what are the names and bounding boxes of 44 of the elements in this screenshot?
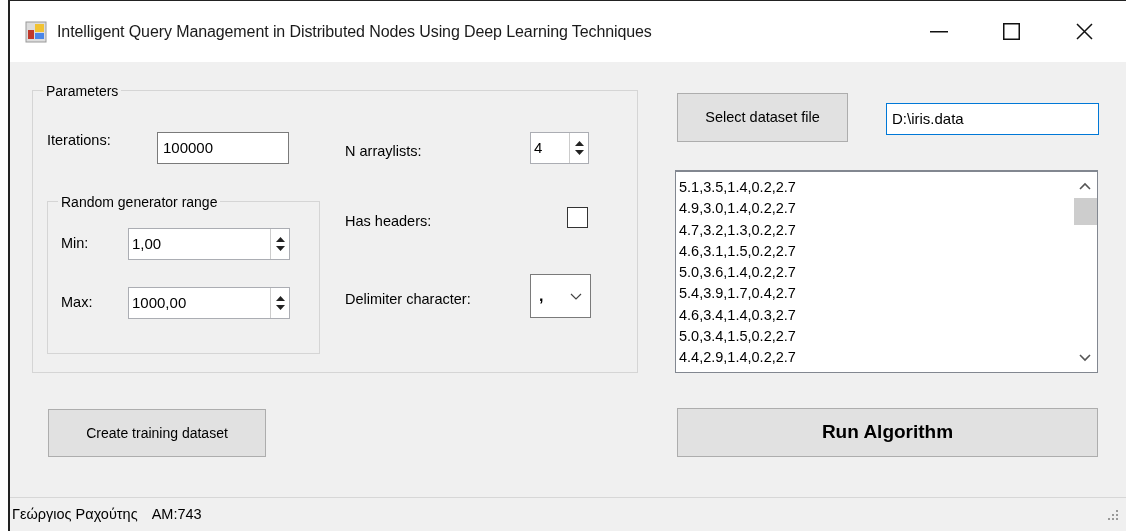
up-arrow-icon[interactable] xyxy=(275,237,285,242)
chevron-down-icon xyxy=(570,292,582,300)
list-row[interactable]: 5.1,3.5,1.4,0.2,2.7 xyxy=(679,177,796,199)
resize-grip-icon[interactable] xyxy=(1108,509,1118,520)
delimiter-label: Delimiter character: xyxy=(345,290,472,310)
up-arrow-icon[interactable] xyxy=(275,296,285,301)
headers-checkbox[interactable] xyxy=(567,206,588,228)
data-listbox[interactable]: 5.1,3.5,1.4,0.2,2.7 4.9,3.0,1.4,0.2,2.7 4.7,3.2,1.3,0.2,2.7 4.6,3.1,1.5,0.2,2.7 5.0,3.6,1.4,0.2,2.7 5.4,3.9,1.7,0.4,2.7 4.6,3.4,1.4,0.3,2.7 5.0,3.4,1.5,0.2,2.7 4.4,2.9,1.4,0.2,2.7 xyxy=(675,170,1098,373)
list-row[interactable]: 4.4,2.9,1.4,0.2,2.7 xyxy=(679,347,796,369)
arraylists-label: N arraylists: xyxy=(345,142,423,162)
select-file-button[interactable]: Select dataset file xyxy=(677,93,848,142)
run-algorithm-button[interactable]: Run Algorithm xyxy=(677,408,1098,457)
max-label: Max: xyxy=(61,293,94,313)
list-row[interactable]: 4.6,3.1,1.5,0.2,2.7 xyxy=(679,240,796,263)
iterations-label: Iterations: xyxy=(47,131,112,151)
delimiter-dropdown[interactable]: , xyxy=(530,274,591,318)
create-dataset-button[interactable]: Create training dataset xyxy=(48,409,266,457)
down-arrow-icon[interactable] xyxy=(275,305,285,310)
down-arrow-icon[interactable] xyxy=(275,246,285,251)
list-row[interactable]: 4.7,3.2,1.3,0.2,2.7 xyxy=(679,219,796,241)
up-arrow-icon[interactable] xyxy=(574,141,584,146)
author-name: Γεώργιος Ραχούτης xyxy=(12,504,138,524)
min-label: Min: xyxy=(61,234,90,254)
close-icon[interactable] xyxy=(1076,23,1093,40)
arraylists-spinner[interactable]: 4 xyxy=(530,132,589,164)
list-row[interactable]: 5.0,3.6,1.4,0.2,2.7 xyxy=(679,262,796,284)
minimize-icon[interactable] xyxy=(929,30,948,33)
scroll-up-icon[interactable] xyxy=(1079,182,1091,190)
student-id: AM:743 xyxy=(151,504,202,524)
list-row[interactable]: 5.4,3.9,1.7,0.4,2.7 xyxy=(679,283,796,305)
list-row[interactable]: 4.6,3.4,1.4,0.3,2.7 xyxy=(679,304,796,327)
list-row[interactable]: 4.9,3.0,1.4,0.2,2.7 xyxy=(679,198,796,220)
headers-label: Has headers: xyxy=(345,212,433,232)
scroll-down-icon[interactable] xyxy=(1079,354,1091,362)
maximize-icon[interactable] xyxy=(1003,23,1020,40)
scrollbar-thumb[interactable] xyxy=(1073,198,1097,225)
min-spinner[interactable]: 1,00 xyxy=(128,228,290,260)
window-title: Intelligent Query Management in Distributed Nodes Using Deep Learning Techniques xyxy=(57,21,652,42)
path-field[interactable]: D:\iris.data xyxy=(886,103,1099,135)
max-spinner[interactable]: 1000,00 xyxy=(128,287,290,319)
iterations-field[interactable]: 100000 xyxy=(157,132,289,164)
app-icon xyxy=(25,20,47,43)
list-row[interactable]: 5.0,3.4,1.5,0.2,2.7 xyxy=(679,326,796,348)
down-arrow-icon[interactable] xyxy=(574,150,584,155)
